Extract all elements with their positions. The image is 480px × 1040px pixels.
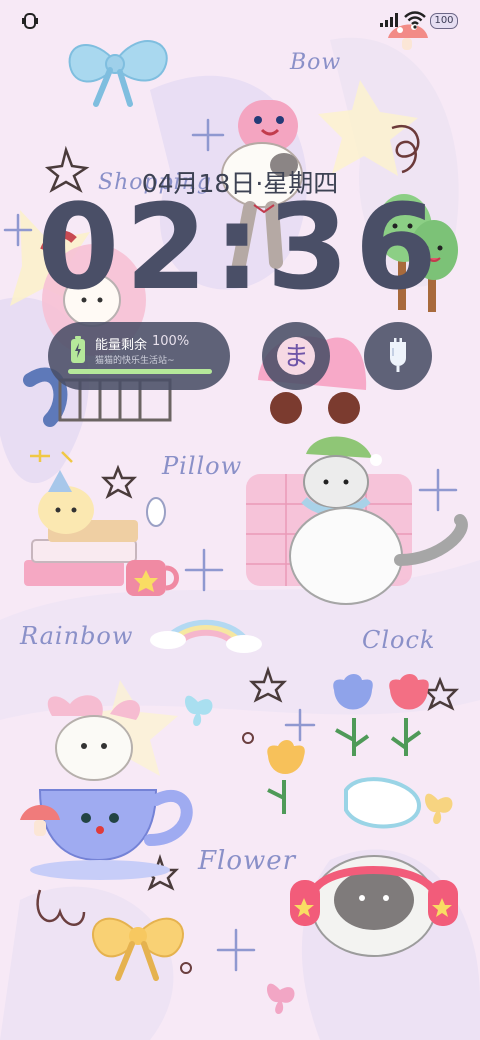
energy-progress-fill	[68, 369, 212, 374]
signal-bars-icon	[380, 13, 398, 27]
energy-title: 能量剩余	[95, 338, 148, 353]
battery-charging-icon	[71, 336, 85, 363]
plug-icon	[390, 338, 406, 372]
status-bar: 100	[0, 0, 480, 40]
character-glyph: ま	[283, 342, 309, 372]
wallpaper: Bow Shopping Pillow Rainbow Clock Flower	[0, 0, 480, 1040]
wallpaper-word-bow: Bow	[290, 50, 342, 75]
character-widget[interactable]: ま	[262, 322, 330, 390]
clock-time: 02:36	[37, 178, 443, 316]
wallpaper-word-rainbow: Rainbow	[20, 622, 134, 650]
wallpaper-word-flower: Flower	[198, 846, 297, 876]
wallpaper-art	[0, 24, 480, 1040]
wifi-icon	[404, 11, 426, 29]
notification-icon	[22, 13, 38, 29]
wallpaper-word-clock: Clock	[362, 626, 436, 654]
battery-level-badge: 100	[430, 13, 458, 29]
energy-percent: 100%	[152, 334, 190, 349]
hiragana-ma-icon: ま	[277, 337, 315, 375]
power-widget[interactable]	[364, 322, 432, 390]
energy-subtitle: 猫猫的快乐生活站~	[95, 356, 175, 366]
energy-progress-track	[68, 369, 212, 374]
energy-widget[interactable]: 能量剩余 100% 猫猫的快乐生活站~	[48, 322, 230, 390]
wallpaper-word-pillow: Pillow	[162, 452, 243, 480]
